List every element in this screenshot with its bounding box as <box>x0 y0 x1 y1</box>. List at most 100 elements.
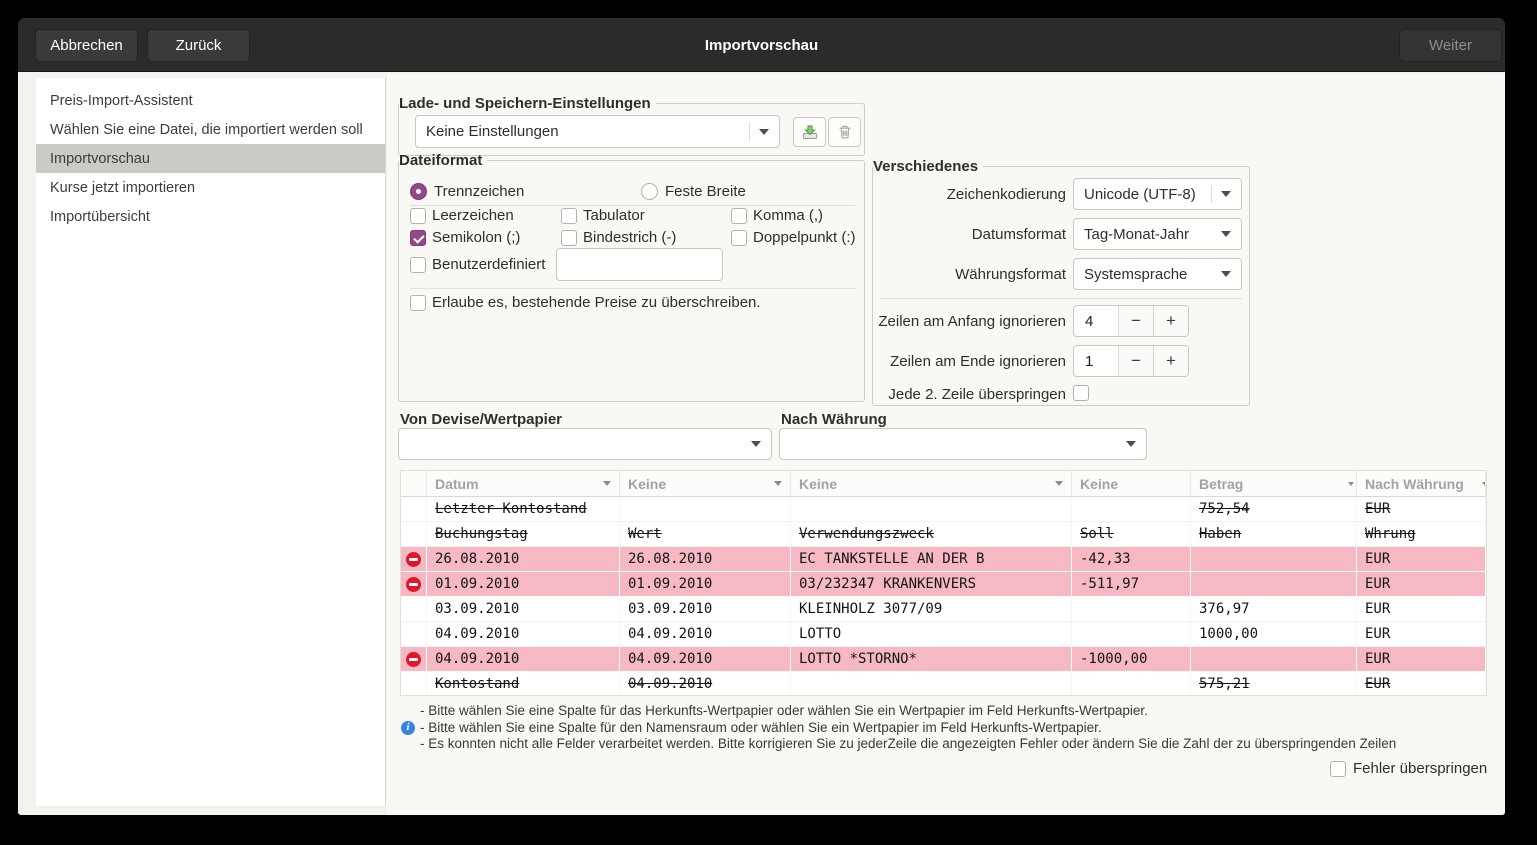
checkbox-overwrite-prices-label: Erlaube es, bestehende Preise zu übersch… <box>432 294 761 311</box>
chevron-down-icon <box>1221 191 1231 197</box>
column-header-keine-1[interactable]: Keine <box>620 471 791 497</box>
titlebar: Abbrechen Zurück Importvorschau Weiter <box>18 18 1505 72</box>
from-commodity-label: Von Devise/Wertpapier <box>400 411 562 428</box>
back-button[interactable]: Zurück <box>147 29 250 62</box>
checkbox-overwrite-prices[interactable] <box>410 295 426 311</box>
skip-leading-lines-spinner[interactable]: 4 − + <box>1073 305 1189 337</box>
table-row[interactable]: 04.09.2010 04.09.2010 LOTTO 1000,00 EUR <box>401 622 1486 647</box>
to-currency-label: Nach Währung <box>781 411 887 428</box>
column-header-keine-3[interactable]: Keine <box>1072 471 1191 497</box>
divider <box>410 205 855 206</box>
validation-message: - Es konnten nicht alle Felder verarbeit… <box>401 736 1396 753</box>
decrement-button[interactable]: − <box>1118 346 1153 376</box>
sidebar-item-intro[interactable]: Preis-Import-Assistent <box>36 86 385 115</box>
checkbox-hyphen[interactable] <box>561 230 577 246</box>
divider <box>410 288 855 289</box>
custom-separator-input[interactable] <box>556 248 723 281</box>
checkbox-colon[interactable] <box>731 230 747 246</box>
save-settings-button[interactable] <box>793 117 826 147</box>
increment-button[interactable]: + <box>1153 346 1188 376</box>
skip-trailing-lines-spinner[interactable]: 1 − + <box>1073 345 1189 377</box>
skip-leading-lines-value: 4 <box>1074 306 1118 336</box>
error-icon <box>406 552 421 567</box>
save-icon <box>802 124 818 140</box>
encoding-value: Unicode (UTF-8) <box>1084 186 1196 203</box>
column-header-datum[interactable]: Datum <box>427 471 620 497</box>
radio-separated[interactable] <box>410 183 427 200</box>
chevron-down-icon <box>1482 482 1486 486</box>
date-format-value: Tag-Monat-Jahr <box>1084 226 1189 243</box>
checkbox-semicolon[interactable] <box>410 230 426 246</box>
settings-combobox-value: Keine Einstellungen <box>426 123 559 140</box>
skip-trailing-lines-value: 1 <box>1074 346 1118 376</box>
settings-combobox[interactable]: Keine Einstellungen <box>415 115 780 148</box>
table-row[interactable]: 03.09.2010 03.09.2010 KLEINHOLZ 3077/09 … <box>401 597 1486 622</box>
chevron-down-icon <box>603 481 611 486</box>
chevron-down-icon <box>759 129 769 135</box>
validation-message: - Bitte wählen Sie eine Spalte für das H… <box>401 703 1396 720</box>
column-header-keine-2[interactable]: Keine <box>791 471 1072 497</box>
checkbox-tab-label: Tabulator <box>583 207 645 224</box>
checkbox-custom-label: Benutzerdefiniert <box>432 256 545 273</box>
divider <box>880 298 1242 299</box>
table-row[interactable]: Buchungstag Wert Verwendungszweck Soll H… <box>401 522 1486 547</box>
checkbox-space[interactable] <box>410 208 426 224</box>
column-header-betrag[interactable]: Betrag <box>1191 471 1357 497</box>
date-format-label: Datumsformat <box>866 226 1066 243</box>
chevron-down-icon <box>1055 481 1063 486</box>
checkbox-skip-errors[interactable] <box>1330 761 1346 777</box>
info-icon: i <box>401 721 415 735</box>
checkbox-tab[interactable] <box>561 208 577 224</box>
sidebar-item-preview[interactable]: Importvorschau <box>36 144 385 173</box>
checkbox-skip-alternate-lines[interactable] <box>1073 385 1089 401</box>
currency-format-combobox[interactable]: Systemsprache <box>1073 258 1242 290</box>
sidebar-item-import-now[interactable]: Kurse jetzt importieren <box>36 173 385 202</box>
checkbox-custom[interactable] <box>410 257 426 273</box>
increment-button[interactable]: + <box>1153 306 1188 336</box>
sidebar-item-choose-file[interactable]: Wählen Sie eine Datei, die importiert we… <box>36 115 385 144</box>
table-row[interactable]: Kontostand 04.09.2010 575,21 EUR <box>401 672 1486 695</box>
screen-background: Abbrechen Zurück Importvorschau Weiter P… <box>0 0 1537 845</box>
miscellaneous-title: Verschiedenes <box>873 158 983 175</box>
chevron-down-icon <box>1126 441 1136 447</box>
assistant-steps-sidebar: Preis-Import-Assistent Wählen Sie eine D… <box>36 78 386 806</box>
chevron-down-icon <box>751 441 761 447</box>
table-row[interactable]: Letzter Kontostand 752,54 EUR <box>401 497 1486 522</box>
forward-button[interactable]: Weiter <box>1399 29 1502 62</box>
checkbox-semicolon-label: Semikolon (;) <box>432 229 520 246</box>
cancel-button[interactable]: Abbrechen <box>35 29 138 62</box>
checkbox-comma-label: Komma (,) <box>753 207 823 224</box>
currency-format-value: Systemsprache <box>1084 266 1187 283</box>
file-format-title: Dateiformat <box>399 152 487 169</box>
radio-fixed-width[interactable] <box>641 183 658 200</box>
from-commodity-combobox[interactable] <box>398 428 772 460</box>
column-header-nach-waehrung[interactable]: Nach Währung <box>1357 471 1486 497</box>
import-preview-table: Datum Keine Keine Keine Betrag Nach Währ… <box>400 470 1487 696</box>
currency-format-label: Währungsformat <box>866 266 1066 283</box>
table-row-error[interactable]: 04.09.2010 04.09.2010 LOTTO *STORNO* -10… <box>401 647 1486 672</box>
import-assistant-window: Abbrechen Zurück Importvorschau Weiter P… <box>18 18 1505 815</box>
checkbox-space-label: Leerzeichen <box>432 207 514 224</box>
column-header-flag[interactable] <box>401 471 427 497</box>
encoding-combobox[interactable]: Unicode (UTF-8) <box>1073 178 1242 210</box>
skip-leading-lines-label: Zeilen am Anfang ignorieren <box>836 313 1066 330</box>
table-header-row: Datum Keine Keine Keine Betrag Nach Währ… <box>401 471 1486 497</box>
checkbox-comma[interactable] <box>731 208 747 224</box>
checkbox-hyphen-label: Bindestrich (-) <box>583 229 676 246</box>
table-row-error[interactable]: 01.09.2010 01.09.2010 03/232347 KRANKENV… <box>401 572 1486 597</box>
date-format-combobox[interactable]: Tag-Monat-Jahr <box>1073 218 1242 250</box>
delete-settings-button[interactable] <box>828 117 861 147</box>
chevron-down-icon <box>774 481 782 486</box>
radio-separated-label: Trennzeichen <box>434 183 524 200</box>
chevron-down-icon <box>1221 271 1231 277</box>
decrement-button[interactable]: − <box>1118 306 1153 336</box>
error-icon <box>406 652 421 667</box>
skip-errors-row: Fehler überspringen <box>1330 760 1487 777</box>
to-currency-combobox[interactable] <box>779 428 1147 460</box>
load-save-settings-title: Lade- und Speichern-Einstellungen <box>399 95 656 112</box>
checkbox-skip-errors-label: Fehler überspringen <box>1353 760 1487 777</box>
sidebar-item-summary[interactable]: Importübersicht <box>36 202 385 231</box>
chevron-down-icon <box>1348 482 1354 486</box>
table-row-error[interactable]: 26.08.2010 26.08.2010 EC TANKSTELLE AN D… <box>401 547 1486 572</box>
validation-messages: - Bitte wählen Sie eine Spalte für das H… <box>401 703 1396 753</box>
